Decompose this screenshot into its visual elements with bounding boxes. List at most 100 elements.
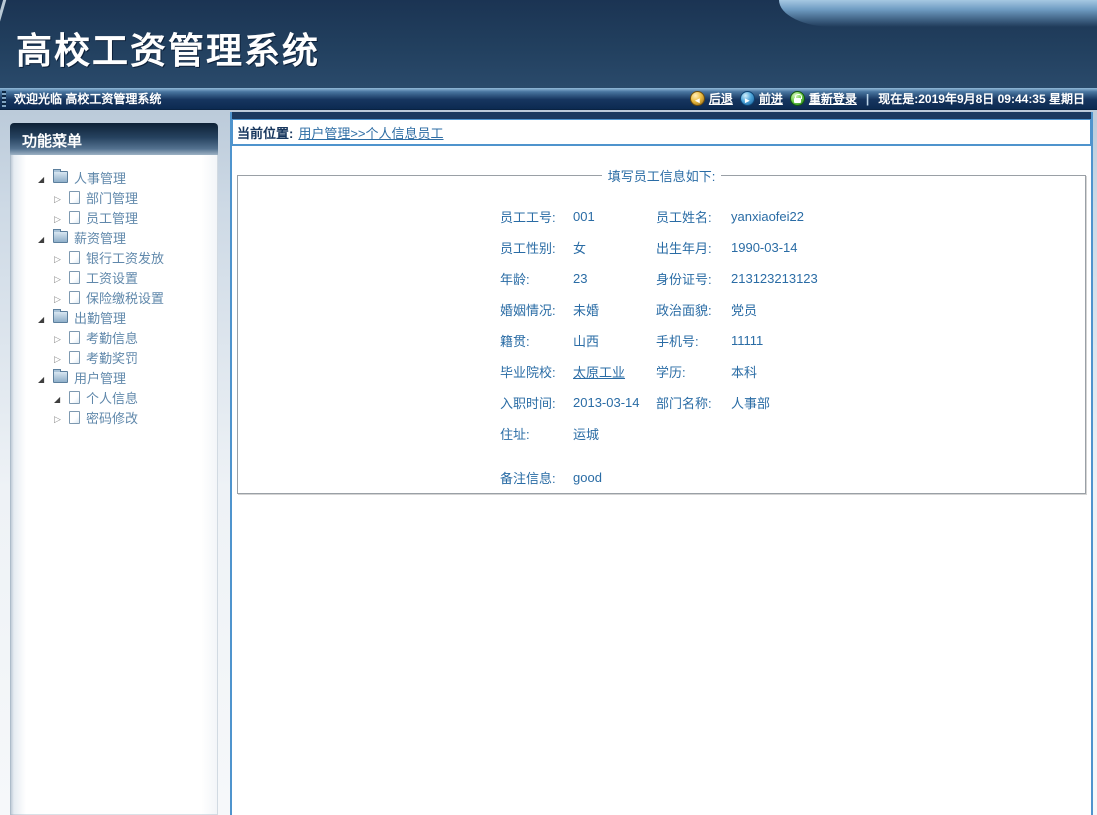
tree-item-attendance-management[interactable]: 出勤管理 — [10, 307, 218, 327]
forward-button[interactable]: 前进 — [740, 90, 783, 107]
breadcrumb-path-link[interactable]: 用户管理>>个人信息员工 — [298, 123, 443, 142]
tree-item-label: 工资设置 — [86, 268, 138, 287]
form-row: 籍贯: 山西 手机号: 11111 — [500, 325, 1085, 356]
field-value-phone: 11111 — [731, 333, 1085, 348]
tree-item-personnel-management[interactable]: 人事管理 — [10, 167, 218, 187]
tree-item-employee-management[interactable]: 员工管理 — [10, 207, 218, 227]
tree-item-label: 出勤管理 — [74, 308, 126, 327]
unlock-icon — [790, 91, 805, 106]
toolbar-grip-handle — [2, 91, 6, 107]
field-value-native-place: 山西 — [573, 331, 656, 350]
expand-arrow-icon[interactable] — [38, 231, 53, 244]
tree-item-personal-info[interactable]: 个人信息 — [10, 387, 218, 407]
breadcrumb-prefix: 当前位置: — [237, 123, 293, 142]
main-content-panel: 当前位置: 用户管理>>个人信息员工 填写员工信息如下: 员工工号: 001 员… — [230, 112, 1093, 815]
collapse-arrow-icon[interactable] — [54, 191, 69, 204]
field-value-address: 运城 — [573, 424, 656, 443]
tree-item-attendance-rewards[interactable]: 考勤奖罚 — [10, 347, 218, 367]
content-top-bar — [232, 112, 1091, 119]
collapse-arrow-icon[interactable] — [54, 411, 69, 424]
field-value-gender: 女 — [573, 238, 656, 257]
field-label-department: 部门名称: — [656, 393, 731, 412]
file-icon — [69, 291, 80, 304]
file-icon — [69, 391, 80, 404]
expand-arrow-icon[interactable] — [54, 391, 69, 404]
forward-icon — [740, 91, 755, 106]
file-icon — [69, 271, 80, 284]
collapse-arrow-icon[interactable] — [54, 331, 69, 344]
field-label-hire-date: 入职时间: — [500, 393, 573, 412]
expand-arrow-icon[interactable] — [38, 311, 53, 324]
field-label-employee-name: 员工姓名: — [656, 207, 731, 226]
tree-item-attendance-info[interactable]: 考勤信息 — [10, 327, 218, 347]
field-label-age: 年龄: — [500, 269, 573, 288]
field-value-political-status: 党员 — [731, 300, 1085, 319]
form-row: 入职时间: 2013-03-14 部门名称: 人事部 — [500, 387, 1085, 418]
folder-icon — [53, 311, 68, 323]
relogin-button[interactable]: 重新登录 — [790, 90, 857, 107]
field-value-employee-id: 001 — [573, 209, 656, 224]
form-row: 员工工号: 001 员工姓名: yanxiaofei22 — [500, 201, 1085, 232]
field-label-education: 学历: — [656, 362, 731, 381]
field-value-education: 本科 — [731, 362, 1085, 381]
field-label-employee-id: 员工工号: — [500, 207, 573, 226]
relogin-label: 重新登录 — [809, 90, 857, 107]
tree-item-label: 部门管理 — [86, 188, 138, 207]
field-value-age: 23 — [573, 271, 656, 286]
tree-item-department-management[interactable]: 部门管理 — [10, 187, 218, 207]
field-value-hire-date: 2013-03-14 — [573, 395, 656, 410]
tree-item-insurance-tax-settings[interactable]: 保险缴税设置 — [10, 287, 218, 307]
field-label-political-status: 政治面貌: — [656, 300, 731, 319]
tree-item-salary-settings[interactable]: 工资设置 — [10, 267, 218, 287]
tree-item-user-management[interactable]: 用户管理 — [10, 367, 218, 387]
employee-info-grid: 员工工号: 001 员工姓名: yanxiaofei22 员工性别: 女 出生年… — [500, 201, 1085, 493]
collapse-arrow-icon[interactable] — [54, 251, 69, 264]
file-icon — [69, 191, 80, 204]
current-datetime: 现在是:2019年9月8日 09:44:35 星期日 — [878, 90, 1085, 107]
field-label-id-number: 身份证号: — [656, 269, 731, 288]
tree-item-label: 用户管理 — [74, 368, 126, 387]
tree-item-label: 密码修改 — [86, 408, 138, 427]
field-label-birth-date: 出生年月: — [656, 238, 731, 257]
collapse-arrow-icon[interactable] — [54, 271, 69, 284]
tree-item-label: 个人信息 — [86, 388, 138, 407]
field-label-remarks: 备注信息: — [500, 468, 573, 487]
banner-gloss-decoration — [779, 0, 1097, 27]
back-button[interactable]: 后退 — [690, 90, 733, 107]
app-title: 高校工资管理系统 — [16, 22, 320, 74]
welcome-text: 欢迎光临 高校工资管理系统 — [14, 90, 161, 107]
file-icon — [69, 351, 80, 364]
expand-arrow-icon[interactable] — [38, 171, 53, 184]
collapse-arrow-icon[interactable] — [54, 291, 69, 304]
field-label-marital-status: 婚姻情况: — [500, 300, 573, 319]
field-label-phone: 手机号: — [656, 331, 731, 350]
tree-item-label: 考勤信息 — [86, 328, 138, 347]
field-value-graduate-school[interactable]: 太原工业 — [573, 362, 656, 381]
field-value-department: 人事部 — [731, 393, 1085, 412]
tree-item-password-change[interactable]: 密码修改 — [10, 407, 218, 427]
expand-arrow-icon[interactable] — [38, 371, 53, 384]
form-row: 住址: 运城 — [500, 418, 1085, 449]
app-banner: 高校工资管理系统 — [0, 0, 1097, 88]
breadcrumb: 当前位置: 用户管理>>个人信息员工 — [232, 119, 1091, 146]
tree-item-bank-salary-payment[interactable]: 银行工资发放 — [10, 247, 218, 267]
field-value-remarks: good — [573, 470, 656, 485]
toolbar-actions: 后退 前进 重新登录 | 现在是:2019年9月8日 09:44:35 星期日 — [690, 90, 1097, 107]
field-value-employee-name: yanxiaofei22 — [731, 209, 1085, 224]
tree-item-label: 人事管理 — [74, 168, 126, 187]
tree-item-label: 保险缴税设置 — [86, 288, 164, 307]
toolbar-separator: | — [864, 92, 871, 106]
employee-info-fieldset: 填写员工信息如下: 员工工号: 001 员工姓名: yanxiaofei22 员… — [237, 166, 1086, 494]
sidebar-menu-panel: 功能菜单 人事管理 部门管理 员工管理 薪资管理 — [10, 123, 218, 815]
file-icon — [69, 211, 80, 224]
field-value-marital-status: 未婚 — [573, 300, 656, 319]
file-icon — [69, 411, 80, 424]
form-row: 员工性别: 女 出生年月: 1990-03-14 — [500, 232, 1085, 263]
field-label-address: 住址: — [500, 424, 573, 443]
collapse-arrow-icon[interactable] — [54, 211, 69, 224]
employee-info-legend: 填写员工信息如下: — [602, 166, 722, 185]
folder-icon — [53, 171, 68, 183]
collapse-arrow-icon[interactable] — [54, 351, 69, 364]
tree-item-salary-management[interactable]: 薪资管理 — [10, 227, 218, 247]
tree-item-label: 员工管理 — [86, 208, 138, 227]
